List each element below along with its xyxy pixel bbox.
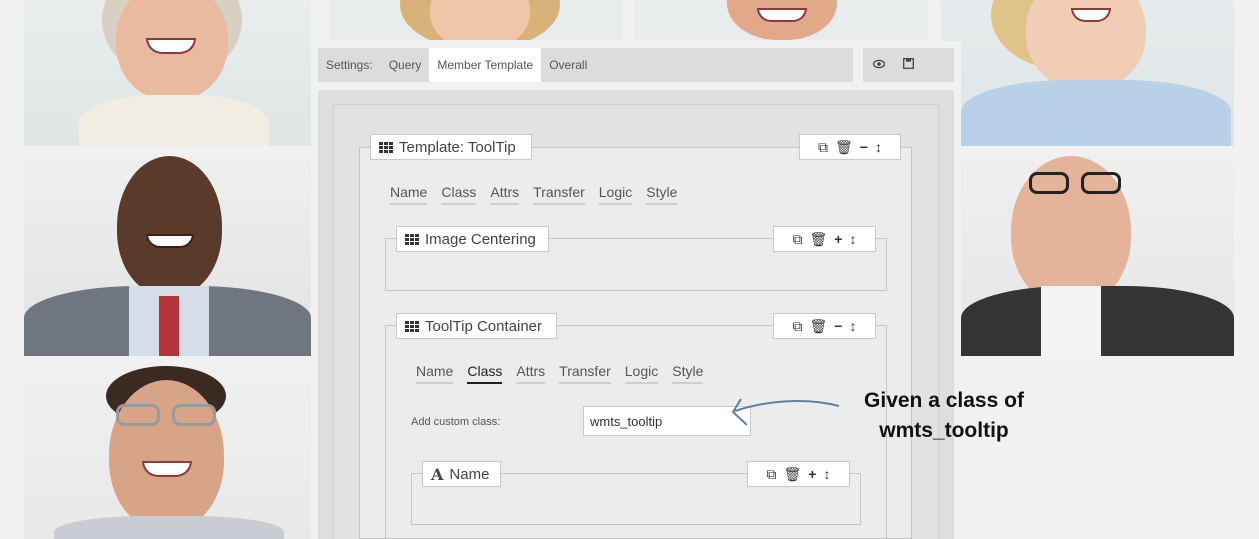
expand-icon[interactable]: + <box>808 466 816 482</box>
tooltip-container-title: ToolTip Container <box>425 317 543 335</box>
name-block-tools: ⧉ 🗑 + ↕ <box>747 461 850 487</box>
annotation-line-2: wmts_tooltip <box>879 419 1009 442</box>
annotation-arrow <box>731 398 840 426</box>
save-icon[interactable] <box>903 58 914 72</box>
template-title: Template: ToolTip <box>399 138 516 156</box>
tab-attrs[interactable]: Attrs <box>516 363 546 384</box>
trash-icon[interactable]: 🗑 <box>810 231 828 248</box>
member-photo-5 <box>24 156 311 356</box>
trash-icon[interactable]: 🗑 <box>835 139 853 156</box>
tab-class[interactable]: Class <box>467 363 503 384</box>
copy-icon[interactable]: ⧉ <box>767 466 777 483</box>
grid-icon <box>405 320 419 332</box>
settings-tab-bar: Settings: Query Member Template Overall <box>318 48 853 82</box>
grid-icon <box>379 141 393 153</box>
tab-transfer[interactable]: Transfer <box>533 184 585 205</box>
copy-icon[interactable]: ⧉ <box>793 231 803 248</box>
tooltip-container-subtabs: Name Class Attrs Transfer Logic Style <box>416 363 704 384</box>
tab-logic[interactable]: Logic <box>598 184 633 205</box>
expand-icon[interactable]: + <box>834 231 842 247</box>
tab-name[interactable]: Name <box>416 363 454 384</box>
member-photo-1 <box>24 0 311 146</box>
tab-logic[interactable]: Logic <box>624 363 659 384</box>
copy-icon[interactable]: ⧉ <box>793 318 803 335</box>
trash-icon[interactable]: 🗑 <box>784 466 802 483</box>
tooltip-container-tools: ⧉ 🗑 − ↕ <box>773 313 876 339</box>
template-subtabs: Name Class Attrs Transfer Logic Style <box>390 184 678 205</box>
annotation-text: Given a class of wmts_tooltip <box>849 386 1039 446</box>
drag-handle-icon[interactable]: ↕ <box>823 466 830 482</box>
grid-icon <box>405 233 419 245</box>
tab-query[interactable]: Query <box>381 48 430 82</box>
member-photo-4 <box>941 0 1234 146</box>
drag-handle-icon[interactable]: ↕ <box>849 231 856 247</box>
tab-transfer[interactable]: Transfer <box>559 363 611 384</box>
tab-class[interactable]: Class <box>441 184 477 205</box>
tooltip-container-header[interactable]: ToolTip Container <box>396 313 557 339</box>
tab-attrs[interactable]: Attrs <box>490 184 520 205</box>
tab-name[interactable]: Name <box>390 184 428 205</box>
template-block-tools: ⧉ 🗑 − ↕ <box>799 134 901 160</box>
image-centering-title: Image Centering <box>425 230 536 248</box>
tab-style[interactable]: Style <box>646 184 678 205</box>
settings-panel: Settings: Query Member Template Overall … <box>311 41 961 539</box>
tab-member-template[interactable]: Member Template <box>429 48 542 82</box>
settings-label: Settings: <box>326 58 373 72</box>
tab-overall[interactable]: Overall <box>541 48 595 82</box>
member-photo-6 <box>961 156 1234 356</box>
template-block-header[interactable]: Template: ToolTip <box>370 134 532 160</box>
image-centering-tools: ⧉ 🗑 + ↕ <box>773 226 876 252</box>
name-block-header[interactable]: A Name <box>422 461 501 487</box>
custom-class-label: Add custom class: <box>411 416 501 428</box>
drag-handle-icon[interactable]: ↕ <box>849 318 856 334</box>
tab-style[interactable]: Style <box>672 363 704 384</box>
member-photo-2 <box>330 0 623 40</box>
image-centering-header[interactable]: Image Centering <box>396 226 549 252</box>
member-photo-7 <box>24 366 311 539</box>
eye-icon[interactable] <box>872 58 886 72</box>
name-block-title: Name <box>449 465 490 483</box>
trash-icon[interactable]: 🗑 <box>810 318 828 335</box>
member-photo-3 <box>635 0 928 40</box>
panel-tools <box>863 48 954 82</box>
text-icon: A <box>431 464 444 484</box>
copy-icon[interactable]: ⧉ <box>818 139 828 156</box>
drag-handle-icon[interactable]: ↕ <box>875 139 882 155</box>
annotation-line-1: Given a class of <box>864 389 1024 412</box>
collapse-icon[interactable]: − <box>860 139 868 155</box>
collapse-icon[interactable]: − <box>834 318 842 334</box>
